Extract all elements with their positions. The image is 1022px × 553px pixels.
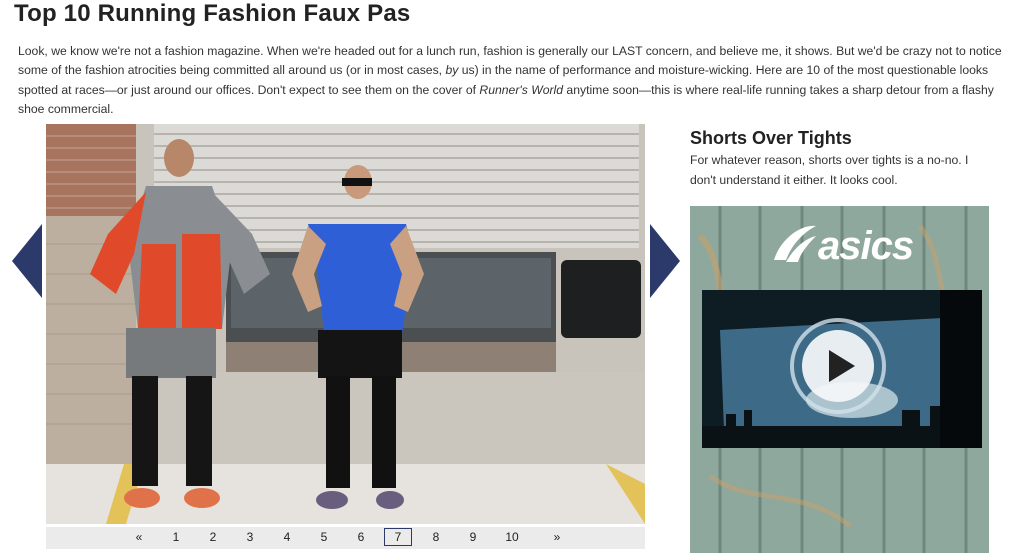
- prev-slide-arrow-icon[interactable]: [12, 224, 42, 298]
- pager-page-3[interactable]: 3: [242, 530, 258, 544]
- pager-page-10[interactable]: 10: [501, 530, 523, 544]
- gallery-photo: [46, 124, 645, 524]
- intro-emphasis-2: Runner's World: [479, 82, 564, 97]
- pager-prev[interactable]: «: [131, 530, 147, 544]
- ad-video-player[interactable]: [702, 290, 982, 448]
- pager-page-7-current[interactable]: 7: [384, 528, 412, 546]
- play-button-icon[interactable]: [802, 330, 874, 402]
- next-slide-arrow-icon[interactable]: [650, 224, 680, 298]
- slide-description: For whatever reason, shorts over tights …: [690, 153, 969, 187]
- asics-ad[interactable]: asics: [690, 206, 989, 553]
- pager-page-6[interactable]: 6: [353, 530, 369, 544]
- intro-paragraph: Look, we know we're not a fashion magazi…: [18, 42, 1018, 120]
- pager-page-9[interactable]: 9: [465, 530, 481, 544]
- pager-page-4[interactable]: 4: [279, 530, 295, 544]
- runners-photo: [46, 124, 645, 524]
- asics-wordmark: asics: [818, 224, 914, 268]
- asics-stripes-logo-icon: [774, 225, 816, 262]
- intro-emphasis-1: by: [445, 63, 459, 78]
- slide-title: Shorts Over Tights: [690, 128, 852, 148]
- pager-page-2[interactable]: 2: [205, 530, 221, 544]
- page-title: Top 10 Running Fashion Faux Pas: [14, 0, 411, 27]
- pager-next[interactable]: »: [549, 530, 565, 544]
- pager-page-8[interactable]: 8: [428, 530, 444, 544]
- pager-page-5[interactable]: 5: [316, 530, 332, 544]
- pager-page-1[interactable]: 1: [168, 530, 184, 544]
- gallery-pager: « 1 2 3 4 5 6 7 8 9 10 »: [46, 527, 645, 549]
